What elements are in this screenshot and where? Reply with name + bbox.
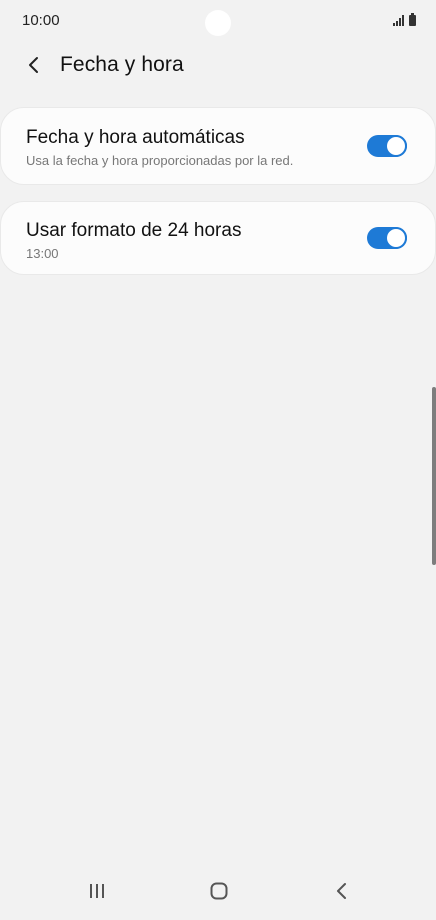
chevron-left-icon [29,57,38,73]
toggle-knob [385,135,407,157]
setting-text: Fecha y hora automáticas Usa la fecha y … [26,126,293,170]
scrollbar[interactable] [432,387,436,565]
24-hour-format-toggle[interactable] [367,227,407,249]
setting-title: Fecha y hora automáticas [26,127,245,148]
camera-cutout [205,10,231,36]
setting-title: Usar formato de 24 horas [26,220,242,241]
battery-icon [409,13,416,26]
toggle-knob [385,227,407,249]
status-bar: 10:00 [0,0,436,44]
recents-icon [90,884,104,898]
home-icon [210,882,228,900]
back-button[interactable] [22,53,46,77]
page-title: Fecha y hora [60,53,184,76]
home-button[interactable] [204,878,234,904]
header: Fecha y hora [0,44,436,86]
automatic-date-time-setting[interactable]: Fecha y hora automáticas Usa la fecha y … [0,107,436,185]
nav-back-button[interactable] [327,878,357,904]
signal-icon [393,15,404,26]
automatic-date-time-toggle[interactable] [367,135,407,157]
recents-button[interactable] [82,878,112,904]
setting-text: Usar formato de 24 horas 13:00 [26,219,241,263]
status-time: 10:00 [22,12,60,29]
navigation-bar [0,864,436,920]
back-icon [337,883,346,899]
setting-subtitle: 13:00 [26,246,59,261]
status-icons [393,12,416,26]
setting-subtitle: Usa la fecha y hora proporcionadas por l… [26,153,294,168]
24-hour-format-setting[interactable]: Usar formato de 24 horas 13:00 [0,201,436,275]
